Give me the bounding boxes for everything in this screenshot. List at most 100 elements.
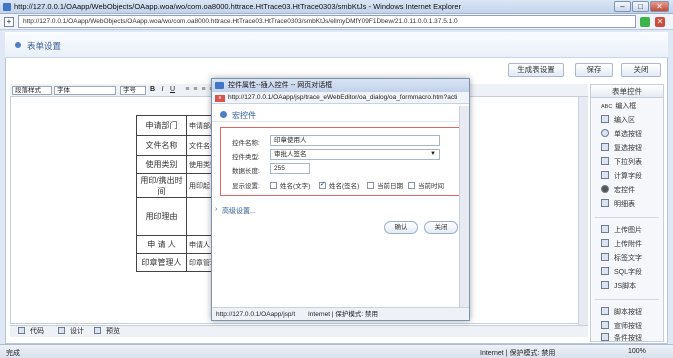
bullet-icon xyxy=(15,42,21,48)
control-script-button[interactable]: 脚本按钮 xyxy=(601,307,642,319)
underline-button[interactable]: U xyxy=(168,85,177,95)
tab-preview-label: 预览 xyxy=(106,328,120,335)
control-macro[interactable]: 宏控件 xyxy=(601,185,635,197)
control-label: 编入区 xyxy=(614,117,635,124)
bold-button[interactable]: B xyxy=(148,85,157,95)
control-properties-dialog: 控件属性--插入控件 -- 网页对话框 http://127.0.0.1/OAa… xyxy=(211,78,470,321)
font-size-select[interactable]: 字号 xyxy=(120,86,146,95)
row-label: 申请部门 xyxy=(136,115,187,136)
tab-code[interactable]: 代码 xyxy=(18,327,44,337)
gear-icon xyxy=(601,185,609,193)
tab-design[interactable]: 设计 xyxy=(58,327,84,337)
confirm-button[interactable]: 确认 xyxy=(384,221,418,234)
control-dropdown[interactable]: 下拉列表 xyxy=(601,157,642,169)
chevron-down-icon: ▼ xyxy=(430,151,436,157)
bullet-icon xyxy=(220,111,227,118)
minimize-button[interactable]: – xyxy=(614,1,631,12)
ie-icon xyxy=(215,82,224,89)
tab-design-label: 设计 xyxy=(70,328,84,335)
condition-icon xyxy=(601,333,609,341)
control-label: 上传图片 xyxy=(614,227,642,234)
preview-icon xyxy=(94,327,101,334)
close-button[interactable]: 关闭 xyxy=(621,63,661,77)
control-text-input[interactable]: ABC 编入框 xyxy=(601,101,636,113)
textarea-icon xyxy=(601,115,609,123)
checkbox-label: 当前时间 xyxy=(418,183,444,190)
dialog-status-url: http://127.0.0.1/OAapp/jsp/t xyxy=(216,311,296,318)
control-checkbox[interactable]: 复选按钮 xyxy=(601,143,642,155)
close-window-button[interactable]: ✕ xyxy=(650,1,669,12)
control-js-script[interactable]: JS脚本 xyxy=(601,281,636,293)
save-button[interactable]: 保存 xyxy=(575,63,613,77)
stop-icon[interactable]: ✕ xyxy=(655,17,665,27)
code-icon xyxy=(18,327,25,334)
abc-icon: ABC xyxy=(601,104,613,110)
editor-scrollbar[interactable] xyxy=(578,97,588,325)
data-length-input[interactable]: 255 xyxy=(270,163,310,174)
control-label-text[interactable]: 标签文字 xyxy=(601,253,642,265)
checkbox-current-date[interactable]: 当前日期 xyxy=(367,180,403,190)
zoom-level[interactable]: 100% xyxy=(628,348,646,355)
control-type-select[interactable]: 审批人签名 ▼ xyxy=(270,149,440,160)
control-calc-field[interactable]: 计算字段 xyxy=(601,171,642,183)
paragraph-style-select[interactable]: 段落样式 xyxy=(12,86,52,95)
control-upload-image[interactable]: 上传图片 xyxy=(601,225,642,237)
italic-button[interactable]: I xyxy=(158,85,167,95)
image-icon xyxy=(601,225,609,233)
control-label: 条件按钮 xyxy=(614,335,642,342)
tab-code-label: 代码 xyxy=(30,328,44,335)
tab-preview[interactable]: 预览 xyxy=(94,327,120,337)
checkbox-current-time[interactable]: 当前时间 xyxy=(408,180,444,190)
script-icon xyxy=(601,281,609,289)
name-label: 控件名称: xyxy=(232,140,260,147)
chevron-right-icon: › xyxy=(215,206,218,213)
row-label: 用印/携出时间 xyxy=(136,173,187,198)
control-label: JS脚本 xyxy=(614,283,637,290)
control-query-button[interactable]: 宣师按钮 xyxy=(601,321,642,333)
radio-icon xyxy=(601,129,609,137)
dialog-scrollbar[interactable] xyxy=(459,106,469,307)
length-label: 数据长度: xyxy=(232,168,260,175)
ie-icon xyxy=(3,3,11,11)
control-label: SQL字段 xyxy=(614,269,643,276)
control-condition-button[interactable]: 条件按钮 xyxy=(601,333,642,342)
font-select[interactable]: 字体 xyxy=(54,86,116,95)
row-label: 使用类别 xyxy=(136,155,187,174)
control-label: 复选按钮 xyxy=(614,145,642,152)
address-input[interactable]: http://127.0.0.1/OAapp/WebObjects/OAapp.… xyxy=(18,15,636,28)
control-upload-attachment[interactable]: 上传附件 xyxy=(601,239,642,251)
calculator-icon xyxy=(601,171,609,179)
checkbox-name-signature[interactable]: 姓名(签名) xyxy=(319,180,359,190)
dialog-zone-text: Internet | 保护模式: 禁用 xyxy=(308,311,378,318)
control-detail-table[interactable]: 明细表 xyxy=(601,199,635,211)
cancel-button[interactable]: 关闭 xyxy=(424,221,458,234)
panel-divider xyxy=(595,217,659,218)
advanced-settings-link[interactable]: 高级设置... xyxy=(222,206,256,216)
control-label: 编入框 xyxy=(615,103,637,110)
control-label: 计算字段 xyxy=(614,173,642,180)
checkbox-icon xyxy=(270,182,277,189)
generate-settings-button[interactable]: 生成表设置 xyxy=(508,63,564,77)
control-name-input[interactable]: 印章使用人 xyxy=(270,135,440,146)
display-label: 显示设置: xyxy=(232,183,260,190)
controls-panel: 表单控件 ABC 编入框 编入区 单选按钮 复选按钮 下拉列表 计算字段 宏控件 … xyxy=(590,84,664,342)
checkbox-icon xyxy=(408,182,415,189)
add-icon[interactable]: + xyxy=(4,17,14,27)
control-sql-field[interactable]: SQL字段 xyxy=(601,267,642,279)
control-label: 明细表 xyxy=(614,201,635,208)
checkbox-label: 姓名(签名) xyxy=(329,183,360,190)
row-label: 用印理由 xyxy=(136,197,187,236)
maximize-button[interactable]: □ xyxy=(632,1,649,12)
control-textarea[interactable]: 编入区 xyxy=(601,115,635,127)
status-bar: 完成 Internet | 保护模式: 禁用 100% xyxy=(0,344,673,358)
checkbox-name-text[interactable]: 姓名(文字) xyxy=(270,180,310,190)
address-bar: + http://127.0.0.1/OAapp/WebObjects/OAap… xyxy=(0,14,673,30)
button-icon xyxy=(601,307,609,315)
page-header: 表单设置 xyxy=(5,32,668,58)
control-radio[interactable]: 单选按钮 xyxy=(601,129,642,141)
control-label: 单选按钮 xyxy=(614,131,642,138)
go-icon[interactable] xyxy=(640,17,650,27)
control-label: 下拉列表 xyxy=(614,159,642,166)
controls-panel-title: 表单控件 xyxy=(591,85,663,98)
type-label: 控件类型: xyxy=(232,154,260,161)
